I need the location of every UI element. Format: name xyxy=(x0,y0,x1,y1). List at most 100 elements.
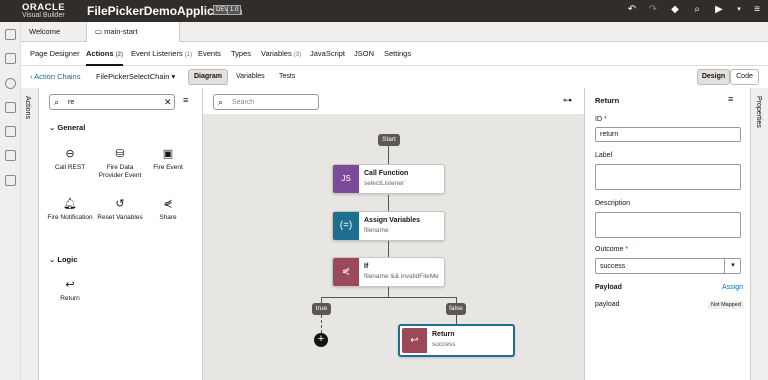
properties-rail-tab[interactable]: Properties xyxy=(755,96,762,128)
palette-search-input[interactable]: ⌕ re ✕ xyxy=(49,94,175,110)
outcome-label: Outcome * xyxy=(595,246,629,253)
description-field[interactable] xyxy=(595,212,741,238)
diamond-icon[interactable]: ◆ xyxy=(669,4,681,16)
id-field[interactable]: return xyxy=(595,127,741,142)
subnav-json[interactable]: JSON xyxy=(354,49,374,58)
page-icon: ▭ xyxy=(95,27,105,36)
chevron-down-icon: ▾ xyxy=(724,259,741,273)
properties-panel: Return ≡ ID * return Label Description O… xyxy=(584,88,750,380)
business-objects-icon[interactable] xyxy=(5,102,16,113)
share-icon: ⋞ xyxy=(163,198,173,210)
canvas-toolbar: ⌕ Search ⊶ xyxy=(203,88,584,114)
design-view-button[interactable]: Design xyxy=(697,69,730,85)
properties-rail: Properties xyxy=(750,88,768,380)
palette-fire-event[interactable]: ▣ Fire Event xyxy=(143,147,193,172)
source-icon[interactable] xyxy=(5,175,16,186)
components-icon[interactable] xyxy=(5,126,16,137)
menu-icon[interactable]: ≡ xyxy=(751,4,763,16)
designer-subnav: Page Designer Actions (2) Event Listener… xyxy=(21,42,768,66)
code-view-button[interactable]: Code xyxy=(730,69,759,85)
palette-return[interactable]: ↩ Return xyxy=(45,278,95,303)
description-label: Description xyxy=(595,200,631,207)
outcome-select[interactable]: success ▾ xyxy=(595,258,741,274)
chain-selector[interactable]: FilePickerSelectChain ▾ xyxy=(96,72,175,81)
payload-label: Payload xyxy=(595,284,622,291)
palette-menu-icon[interactable]: ≡ xyxy=(183,95,188,105)
node-call-function[interactable]: JS Call Function selectListener xyxy=(332,164,445,194)
back-to-action-chains[interactable]: ‹ Action Chains xyxy=(30,72,80,81)
payload-row: payload xyxy=(595,301,620,308)
connector xyxy=(456,315,457,324)
actions-rail-tab[interactable]: Actions xyxy=(24,96,31,119)
tab-variables[interactable]: Variables xyxy=(236,73,265,80)
bell-icon: 🔔︎ xyxy=(63,198,77,210)
mobile-apps-icon[interactable] xyxy=(5,29,16,40)
connector xyxy=(388,146,389,164)
label-field[interactable] xyxy=(595,164,741,190)
node-return[interactable]: ↩ Return success xyxy=(398,324,515,357)
not-mapped-badge: Not Mapped xyxy=(708,301,744,309)
top-header: ORACLE Visual Builder FilePickerDemoAppl… xyxy=(0,0,768,22)
tab-diagram[interactable]: Diagram xyxy=(188,69,228,85)
subnav-events[interactable]: Events xyxy=(198,49,221,58)
node-assign-variables[interactable]: (=) Assign Variables filename xyxy=(332,211,445,241)
section-general[interactable]: ⌄ General xyxy=(49,123,85,132)
javascript-icon: JS xyxy=(333,165,359,193)
properties-menu-icon[interactable]: ≡ xyxy=(728,94,733,104)
subnav-settings[interactable]: Settings xyxy=(384,49,411,58)
palette-fire-data-provider-event[interactable]: ⛁ Fire Data Provider Event xyxy=(95,147,145,180)
processes-icon[interactable] xyxy=(5,150,16,161)
redo-icon[interactable]: ↷ xyxy=(647,4,659,16)
branch-false-label: false xyxy=(446,303,466,315)
assign-icon: (=) xyxy=(333,212,359,240)
node-if[interactable]: ⋞ If filename && invalidFileMe xyxy=(332,257,445,287)
product-name: Visual Builder xyxy=(22,12,65,19)
connector xyxy=(321,297,456,298)
return-icon: ↩ xyxy=(65,279,75,291)
label-label: Label xyxy=(595,152,613,159)
rest-icon: ⊖ xyxy=(65,148,75,160)
start-node[interactable]: Start xyxy=(378,134,400,146)
add-action-icon[interactable]: + xyxy=(314,333,328,347)
run-icon[interactable]: ▶ xyxy=(713,4,725,16)
assign-link[interactable]: Assign xyxy=(722,284,743,291)
palette-fire-notification[interactable]: 🔔︎ Fire Notification xyxy=(45,197,95,222)
branch-icon: ⋞ xyxy=(333,258,359,286)
tab-main-start[interactable]: ▭ main-start xyxy=(86,22,180,42)
subnav-actions[interactable]: Actions (2) xyxy=(86,49,123,66)
connector xyxy=(388,287,389,297)
chevron-down-icon[interactable]: ▾ xyxy=(733,4,745,16)
subnav-types[interactable]: Types xyxy=(231,49,251,58)
clear-icon[interactable]: ✕ xyxy=(164,97,172,108)
subnav-page-designer[interactable]: Page Designer xyxy=(30,49,80,58)
search-icon[interactable]: ⌕ xyxy=(691,4,703,16)
section-logic[interactable]: ⌄ Logic xyxy=(49,255,77,264)
actions-palette: ⌕ re ✕ ≡ ⌄ General ⊖ Call REST ⛁ Fire Data… xyxy=(39,88,203,380)
calendar-icon: ▣ xyxy=(162,148,174,160)
return-icon: ↩ xyxy=(402,328,427,353)
tab-welcome[interactable]: Welcome xyxy=(21,22,86,42)
palette-reset-variables[interactable]: ↺ Reset Variables xyxy=(95,197,145,222)
palette-share[interactable]: ⋞ Share xyxy=(143,197,193,222)
palette-call-rest[interactable]: ⊖ Call REST xyxy=(45,147,95,172)
id-label: ID * xyxy=(595,116,607,123)
navigator-rail xyxy=(0,22,21,380)
chain-toolbar: ‹ Action Chains FilePickerSelectChain ▾ … xyxy=(21,66,768,88)
subnav-javascript[interactable]: JavaScript xyxy=(310,49,345,58)
structure-icon[interactable]: ⊶ xyxy=(563,95,572,106)
chevron-down-icon: ▾ xyxy=(171,72,176,81)
actions-rail: Actions xyxy=(21,88,39,380)
subnav-variables[interactable]: Variables (3) xyxy=(261,49,301,58)
tab-tests[interactable]: Tests xyxy=(279,73,295,80)
branch-true-label: true xyxy=(312,303,331,315)
database-icon: ⛁ xyxy=(115,148,125,160)
services-icon[interactable] xyxy=(5,78,16,89)
search-icon: ⌕ xyxy=(54,97,60,107)
search-icon: ⌕ xyxy=(218,97,224,107)
subnav-event-listeners[interactable]: Event Listeners (1) xyxy=(131,49,192,58)
web-apps-icon[interactable] xyxy=(5,53,16,64)
canvas-search-input[interactable]: ⌕ Search xyxy=(213,94,319,110)
undo-icon[interactable]: ↶ xyxy=(626,4,638,16)
file-tabbar: Welcome ▭ main-start xyxy=(21,22,768,42)
version-badge: 1.0 xyxy=(227,5,242,15)
